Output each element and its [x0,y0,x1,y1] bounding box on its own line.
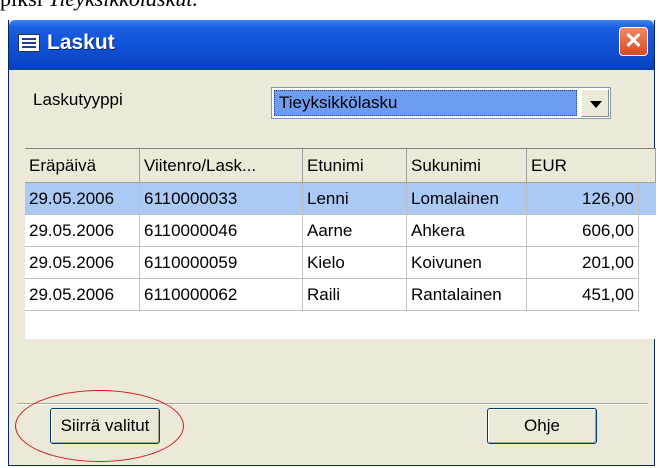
cell-reference: 6110000033 [140,183,303,215]
cell-lastname: Ahkera [407,215,527,247]
table-row[interactable]: 29.05.2006 6110000033 Lenni Lomalainen 1… [25,183,656,215]
cell-date: 29.05.2006 [25,215,140,247]
invoice-table: Eräpäivä Viitenro/Lask... Etunimi Sukuni… [25,148,656,339]
window-menu-icon[interactable] [18,34,40,52]
cell-firstname: Raili [303,279,407,311]
invoice-type-value[interactable]: Tieyksikkölasku [274,90,577,116]
column-header-firstname[interactable]: Etunimi [303,149,407,183]
cell-date: 29.05.2006 [25,183,140,215]
column-header-reference[interactable]: Viitenro/Lask... [140,149,303,183]
cell-lastname: Lomalainen [407,183,527,215]
cell-reference: 6110000046 [140,215,303,247]
window-title: Laskut [47,31,115,54]
title-bar[interactable]: Laskut ✕ [9,20,654,70]
column-header-date[interactable]: Eräpäivä [25,149,140,183]
cell-firstname: Lenni [303,183,407,215]
invoice-type-select[interactable]: Tieyksikkölasku [271,87,611,119]
help-button[interactable]: Ohje [487,408,597,444]
cell-lastname: Rantalainen [407,279,527,311]
caption-italic: Tieyksikkölaskut. [48,0,198,11]
cell-lastname: Koivunen [407,247,527,279]
cell-eur: 606,00 [527,215,639,247]
column-header-lastname[interactable]: Sukunimi [407,149,527,183]
cell-reference: 6110000059 [140,247,303,279]
cell-date: 29.05.2006 [25,279,140,311]
cell-eur: 126,00 [527,183,639,215]
close-icon[interactable]: ✕ [619,27,648,56]
laskut-window: Laskut ✕ Laskutyyppi Tieyksikkölasku Erä… [8,20,656,466]
annotation-ellipse [15,390,184,462]
invoice-type-label: Laskutyyppi [33,90,123,109]
cell-reference: 6110000062 [140,279,303,311]
table-row[interactable]: 29.05.2006 6110000046 Aarne Ahkera 606,0… [25,215,656,247]
cell-eur: 201,00 [527,247,639,279]
chevron-down-icon[interactable] [581,89,609,117]
table-row[interactable]: 29.05.2006 6110000062 Raili Rantalainen … [25,279,656,311]
column-header-eur[interactable]: EUR [527,149,656,183]
table-row[interactable]: 29.05.2006 6110000059 Kielo Koivunen 201… [25,247,656,279]
cell-firstname: Aarne [303,215,407,247]
caption-plain: piksi [0,0,48,11]
cell-date: 29.05.2006 [25,247,140,279]
document-caption-text: piksi Tieyksikkölaskut. [0,0,659,12]
cell-firstname: Kielo [303,247,407,279]
cell-eur: 451,00 [527,279,639,311]
